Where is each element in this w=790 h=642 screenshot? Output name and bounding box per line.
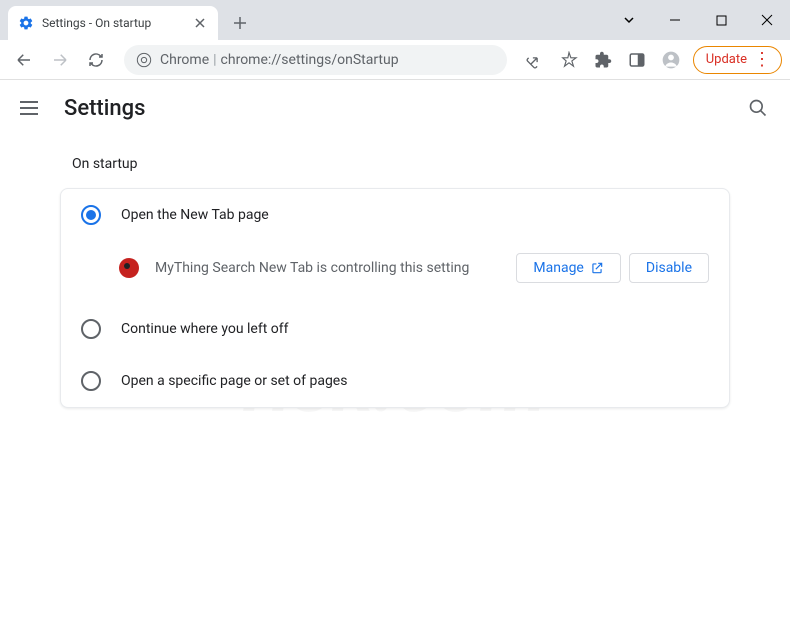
menu-dots-icon: ⋮ bbox=[753, 51, 771, 69]
window-controls bbox=[606, 0, 790, 40]
menu-icon[interactable] bbox=[20, 96, 44, 120]
extensions-icon[interactable] bbox=[587, 44, 619, 76]
tab-title: Settings - On startup bbox=[42, 16, 184, 30]
settings-card: Open the New Tab page MyThing Search New… bbox=[60, 188, 730, 408]
extension-notice: MyThing Search New Tab is controlling th… bbox=[61, 241, 729, 303]
option-continue[interactable]: Continue where you left off bbox=[61, 303, 729, 355]
extension-icon bbox=[119, 258, 139, 278]
update-button[interactable]: Update ⋮ bbox=[693, 46, 782, 74]
omnibox-text: Chrome | chrome://settings/onStartup bbox=[160, 52, 399, 68]
side-panel-icon[interactable] bbox=[621, 44, 653, 76]
launch-icon bbox=[590, 261, 604, 275]
option-new-tab[interactable]: Open the New Tab page bbox=[61, 189, 729, 241]
minimize-button[interactable] bbox=[652, 0, 698, 40]
new-tab-button[interactable] bbox=[226, 9, 254, 37]
extension-message: MyThing Search New Tab is controlling th… bbox=[155, 260, 500, 276]
share-icon[interactable] bbox=[519, 44, 551, 76]
browser-tab[interactable]: Settings - On startup bbox=[8, 6, 218, 40]
back-button[interactable] bbox=[8, 44, 40, 76]
option-label: Continue where you left off bbox=[121, 321, 289, 337]
maximize-button[interactable] bbox=[698, 0, 744, 40]
manage-button[interactable]: Manage bbox=[516, 253, 620, 283]
address-bar[interactable]: Chrome | chrome://settings/onStartup bbox=[124, 45, 507, 75]
gear-icon bbox=[18, 15, 34, 31]
close-icon[interactable] bbox=[192, 15, 208, 31]
reload-button[interactable] bbox=[80, 44, 112, 76]
browser-titlebar: Settings - On startup bbox=[0, 0, 790, 40]
option-specific-pages[interactable]: Open a specific page or set of pages bbox=[61, 355, 729, 407]
bookmark-icon[interactable] bbox=[553, 44, 585, 76]
radio-button[interactable] bbox=[81, 319, 101, 339]
browser-toolbar: Chrome | chrome://settings/onStartup Upd… bbox=[0, 40, 790, 80]
profile-icon[interactable] bbox=[655, 44, 687, 76]
option-label: Open the New Tab page bbox=[121, 207, 269, 223]
page-title: Settings bbox=[64, 96, 145, 121]
forward-button[interactable] bbox=[44, 44, 76, 76]
option-label: Open a specific page or set of pages bbox=[121, 373, 347, 389]
search-icon[interactable] bbox=[746, 96, 770, 120]
radio-button[interactable] bbox=[81, 371, 101, 391]
settings-content: On startup Open the New Tab page MyThing… bbox=[0, 136, 790, 428]
settings-header: Settings bbox=[0, 80, 790, 136]
section-title: On startup bbox=[60, 156, 730, 172]
radio-button[interactable] bbox=[81, 205, 101, 225]
chevron-down-icon[interactable] bbox=[606, 0, 652, 40]
chrome-icon bbox=[136, 52, 152, 68]
close-button[interactable] bbox=[744, 0, 790, 40]
disable-button[interactable]: Disable bbox=[629, 253, 709, 283]
